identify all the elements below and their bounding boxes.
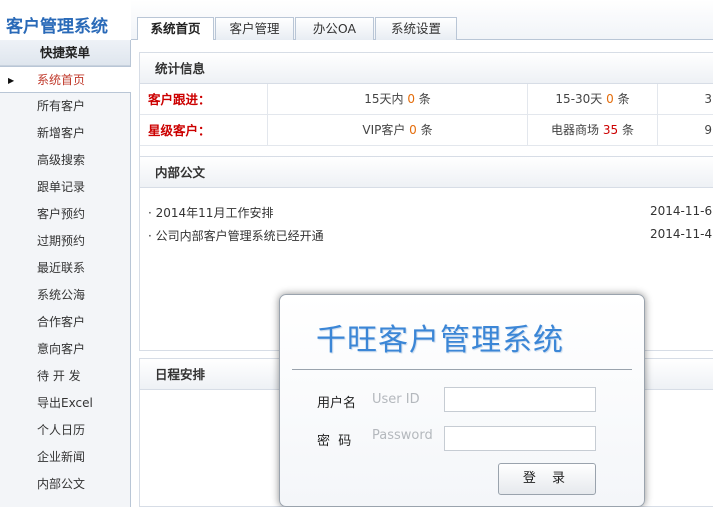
password-label: 密 码: [317, 434, 352, 449]
stat-row-star-customers: 星级客户： VIP客户 0 条 电器商场 35 条 9: [140, 115, 713, 146]
sidebar-item-all-customers[interactable]: 所有客户: [0, 93, 130, 120]
stat-row-label: 客户跟进：: [140, 84, 268, 115]
sidebar-item-label: 系统首页: [37, 73, 86, 87]
tab-system-settings[interactable]: 系统设置: [375, 17, 457, 40]
sidebar-item-expired-appointments[interactable]: 过期预约: [0, 228, 130, 255]
stat-cell-vip[interactable]: VIP客户 0 条: [268, 115, 528, 146]
login-divider: [292, 369, 632, 370]
sidebar-item-label: 所有客户: [37, 99, 86, 113]
notice-item-link[interactable]: · 2014年11月工作安排: [148, 204, 273, 221]
sidebar-item-advanced-search[interactable]: 高级搜索: [0, 147, 130, 174]
stats-panel: 统计信息 客户跟进： 15天内 0 条 15-30天 0 条 3 星级客户： V…: [139, 52, 713, 157]
sidebar-item-label: 意向客户: [37, 342, 86, 356]
sidebar-item-company-news[interactable]: 企业新闻: [0, 444, 130, 471]
sidebar-item-label: 高级搜索: [37, 153, 86, 167]
sidebar-item-home[interactable]: ▶ 系统首页: [0, 66, 131, 93]
stat-row-label: 星级客户：: [140, 115, 268, 146]
sidebar-item-label: 内部公文: [37, 477, 86, 491]
tab-customer-management[interactable]: 客户管理: [215, 17, 294, 40]
password-input[interactable]: [444, 426, 596, 451]
username-input[interactable]: [444, 387, 596, 412]
sidebar-item-label: 待 开 发: [37, 369, 81, 383]
sidebar-item-appointments[interactable]: 客户预约: [0, 201, 130, 228]
notice-date: 2014-11-4: [650, 227, 713, 241]
stat-count: 35: [602, 123, 619, 137]
stat-cell-electronics-mall[interactable]: 电器商场 35 条: [528, 115, 658, 146]
sidebar-item-new-customer[interactable]: 新增客户: [0, 120, 130, 147]
sidebar-item-label: 跟单记录: [37, 180, 86, 194]
username-label: 用户名: [317, 396, 357, 411]
sidebar-item-public-pool[interactable]: 系统公海: [0, 282, 130, 309]
notices-panel-title: 内部公文: [140, 157, 713, 188]
app-logo: 客户管理系统: [0, 0, 131, 40]
password-hint: Password: [372, 428, 433, 443]
sidebar-item-label: 个人日历: [37, 423, 86, 437]
username-hint: User ID: [372, 392, 420, 407]
sidebar-item-internal-documents[interactable]: 内部公文: [0, 471, 130, 498]
top-tab-bar: 系统首页 客户管理 办公OA 系统设置: [131, 0, 713, 41]
sidebar-item-partner-customers[interactable]: 合作客户: [0, 309, 130, 336]
sidebar-item-label: 系统公海: [37, 288, 86, 302]
stat-row-follow-up: 客户跟进： 15天内 0 条 15-30天 0 条 3: [140, 84, 713, 115]
sidebar-item-label: 最近联系: [37, 261, 86, 275]
stat-count: 0: [407, 92, 415, 106]
sidebar-item-label: 企业新闻: [37, 450, 86, 464]
stat-cell-15-30-days[interactable]: 15-30天 0 条: [528, 84, 658, 115]
sidebar-item-label: 导出Excel: [37, 396, 93, 410]
stat-count: 0: [606, 92, 614, 106]
sidebar: 快捷菜单 ▶ 系统首页 所有客户 新增客户 高级搜索 跟单记录 客户预约 过期预…: [0, 40, 131, 507]
stat-count: 0: [409, 123, 417, 137]
sidebar-item-to-develop[interactable]: 待 开 发: [0, 363, 130, 390]
sidebar-item-intent-customers[interactable]: 意向客户: [0, 336, 130, 363]
sidebar-item-recent-contacts[interactable]: 最近联系: [0, 255, 130, 282]
sidebar-item-label: 过期预约: [37, 234, 86, 248]
stat-cell-truncated[interactable]: 9: [658, 115, 713, 146]
tab-home[interactable]: 系统首页: [137, 17, 214, 41]
login-title: 千旺客户管理系统: [316, 323, 564, 358]
stat-cell-15-days[interactable]: 15天内 0 条: [268, 84, 528, 115]
sidebar-header: 快捷菜单: [0, 40, 130, 66]
sidebar-item-label: 新增客户: [37, 126, 86, 140]
stats-panel-title: 统计信息: [140, 53, 713, 84]
sidebar-item-export-excel[interactable]: 导出Excel: [0, 390, 130, 417]
notice-item-link[interactable]: · 公司内部客户管理系统已经开通: [148, 227, 324, 244]
sidebar-item-personal-calendar[interactable]: 个人日历: [0, 417, 130, 444]
notice-date: 2014-11-6: [650, 204, 713, 218]
sidebar-item-label: 合作客户: [37, 315, 86, 329]
app-title: 客户管理系统: [6, 17, 108, 37]
login-button[interactable]: 登 录: [498, 463, 596, 495]
sidebar-item-follow-records[interactable]: 跟单记录: [0, 174, 130, 201]
login-dialog: 千旺客户管理系统 用户名 User ID 密 码 Password 登 录: [279, 294, 645, 507]
stat-cell-truncated[interactable]: 3: [658, 84, 713, 115]
arrow-right-icon: ▶: [8, 76, 15, 85]
tab-office-oa[interactable]: 办公OA: [295, 17, 374, 40]
sidebar-item-label: 客户预约: [37, 207, 86, 221]
